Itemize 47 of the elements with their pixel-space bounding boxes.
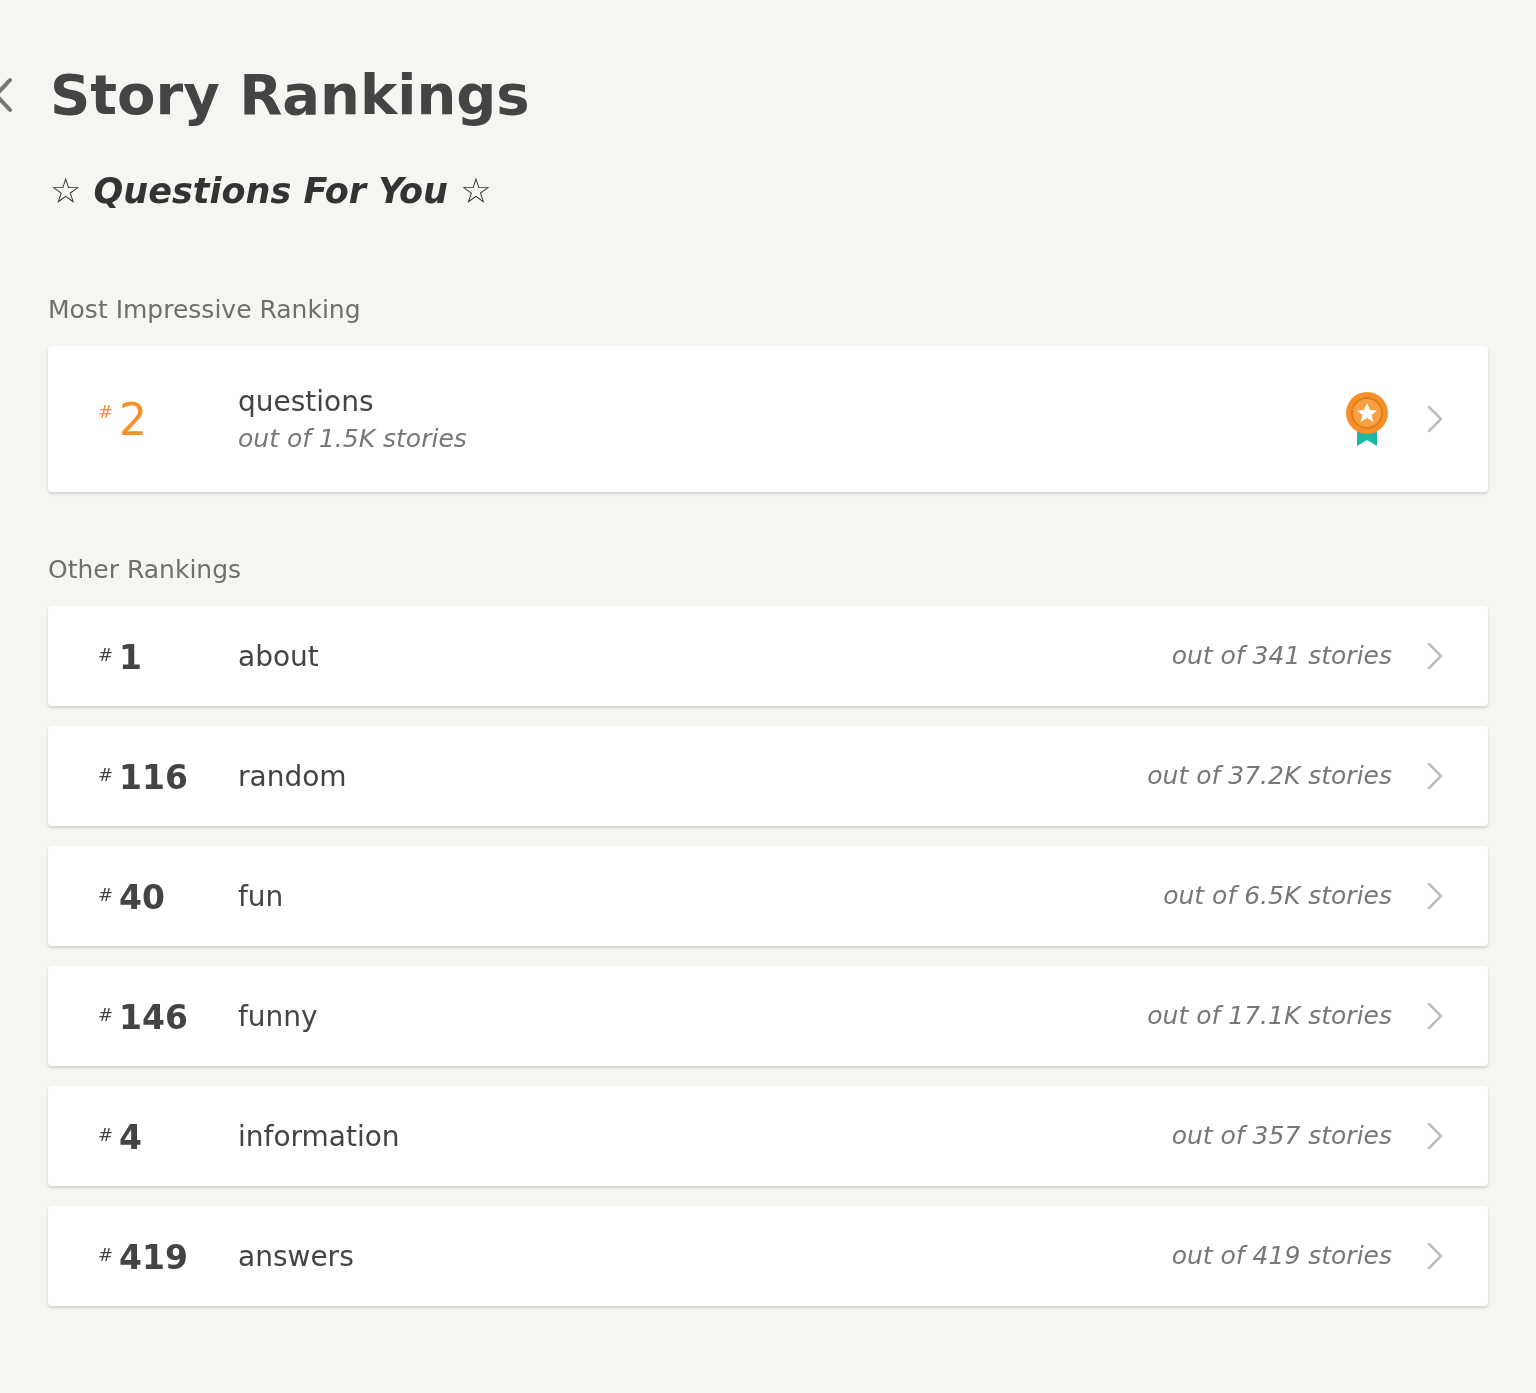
chevron-right-icon [1426, 881, 1444, 911]
rank-prefix: # [98, 882, 114, 907]
section-label: Most Impressive Ranking [48, 294, 362, 327]
ranking-card[interactable]: # 419 answers out of 419 stories [48, 1206, 1488, 1306]
story-title: ☆ Questions For You ☆ [49, 174, 493, 213]
category-name: funny [238, 998, 319, 1034]
chevron-right-icon [1426, 761, 1444, 791]
category-name: fun [238, 878, 285, 914]
story-count: out of 357 stories [1171, 1120, 1392, 1152]
rank-prefix: # [98, 1122, 114, 1147]
chevron-right-icon [1426, 404, 1444, 434]
story-count: out of 17.1K stories [1147, 1000, 1392, 1032]
rank-number: 40 [119, 880, 166, 914]
ranking-card[interactable]: #2 questions out of 1.5K stories [48, 346, 1488, 492]
story-count: out of 341 stories [1171, 640, 1392, 672]
ranking-card[interactable]: # 1 about out of 341 stories [48, 606, 1488, 706]
chevron-right-icon [1426, 641, 1444, 671]
category-name: answers [238, 1238, 355, 1274]
ranking-card[interactable]: # 40 fun out of 6.5K stories [48, 846, 1488, 946]
rank-prefix: # [98, 1002, 114, 1027]
story-count: out of 419 stories [1171, 1240, 1392, 1272]
chevron-right-icon [1426, 1241, 1444, 1271]
rank-number: 116 [119, 760, 188, 794]
medal-icon [1344, 391, 1390, 447]
rank-number: 419 [119, 1240, 188, 1274]
category-name: questions [238, 383, 375, 419]
rank-number: 1 [119, 640, 143, 674]
rank-prefix: # [98, 762, 114, 787]
story-count: out of 6.5K stories [1163, 880, 1392, 912]
rank-prefix: # [98, 400, 114, 424]
category-name: information [238, 1118, 401, 1154]
rank-number: 146 [119, 1000, 188, 1034]
ranking-card[interactable]: # 146 funny out of 17.1K stories [48, 966, 1488, 1066]
rank-prefix: # [98, 1242, 114, 1267]
chevron-right-icon [1426, 1001, 1444, 1031]
back-icon[interactable] [0, 76, 12, 114]
story-count: out of 1.5K stories [238, 422, 468, 455]
ranking-card[interactable]: # 116 random out of 37.2K stories [48, 726, 1488, 826]
rank-prefix: # [98, 642, 114, 667]
rank-number: 4 [119, 1120, 143, 1154]
chevron-right-icon [1426, 1121, 1444, 1151]
rank-number: 2 [119, 398, 148, 442]
category-name: random [238, 758, 348, 794]
section-label: Other Rankings [48, 554, 243, 587]
ranking-card[interactable]: # 4 information out of 357 stories [48, 1086, 1488, 1186]
category-name: about [238, 638, 320, 674]
story-count: out of 37.2K stories [1147, 760, 1392, 792]
